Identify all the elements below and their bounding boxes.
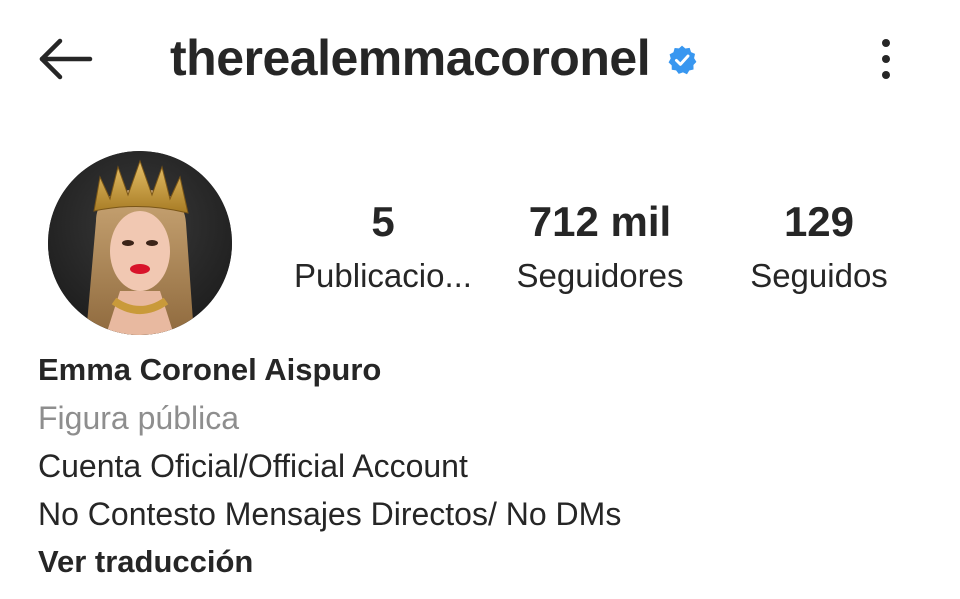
profile-header: therealemmacoronel <box>0 0 960 120</box>
bio-line: No Contesto Mensajes Directos/ No DMs <box>38 496 622 532</box>
followers-label: Seguidores <box>516 257 684 294</box>
full-name: Emma Coronel Aispuro <box>38 352 382 387</box>
category-label: Figura pública <box>38 400 239 436</box>
profile-photo <box>48 151 232 335</box>
following-stat[interactable]: 129 Seguidos <box>719 196 919 300</box>
following-label: Seguidos <box>750 257 888 294</box>
posts-count: 5 <box>371 198 395 245</box>
posts-label: Publicacio... <box>294 257 472 294</box>
followers-stat[interactable]: 712 mil Seguidores <box>500 196 700 300</box>
see-translation-link[interactable]: Ver traducción <box>38 538 918 586</box>
username: therealemmacoronel <box>170 30 651 86</box>
posts-stat[interactable]: 5 Publicacio... <box>283 196 483 300</box>
verified-badge-icon <box>668 45 697 75</box>
following-count: 129 <box>783 198 855 245</box>
more-options-button[interactable] <box>868 36 904 82</box>
bio-line: Cuenta Oficial/Official Account <box>38 448 468 484</box>
profile-bio: Emma Coronel Aispuro Figura pública Cuen… <box>38 346 918 586</box>
arrow-left-icon <box>39 38 93 80</box>
back-button[interactable] <box>36 36 94 82</box>
username-container: therealemmacoronel <box>170 28 698 88</box>
profile-avatar[interactable] <box>48 151 232 335</box>
followers-count: 712 mil <box>528 198 672 245</box>
vertical-dots-icon <box>882 39 890 79</box>
